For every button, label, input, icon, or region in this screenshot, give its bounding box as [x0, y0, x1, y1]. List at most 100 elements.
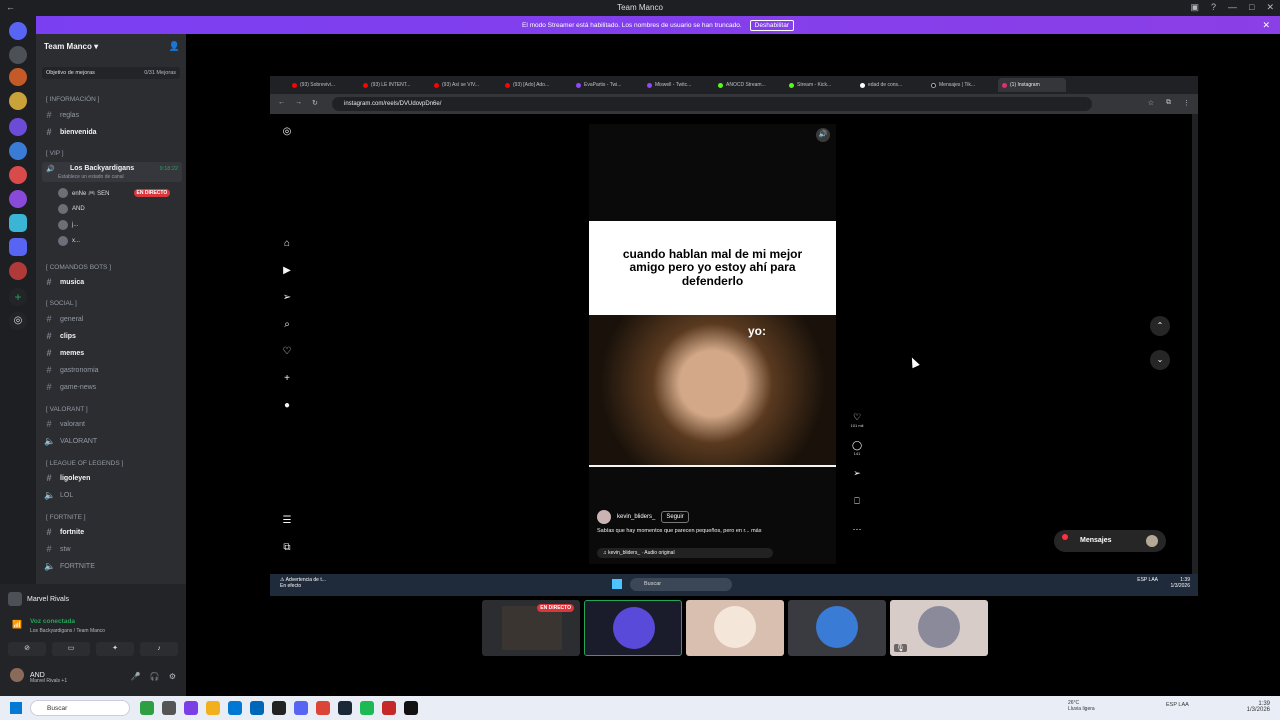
search-icon[interactable]: ⌕	[280, 319, 294, 333]
reels-icon[interactable]: ▶	[280, 265, 294, 279]
follow-button[interactable]: Seguir	[661, 511, 689, 523]
channel-reglas[interactable]: # reglas	[44, 108, 182, 122]
chrome-icon[interactable]	[316, 701, 330, 715]
category-fortnite[interactable]: [ FORTNITE ]	[46, 514, 86, 521]
volume-icon[interactable]: 🔊	[816, 128, 830, 142]
channel-game-news[interactable]: # game-news	[44, 380, 182, 394]
voice-user[interactable]: x...	[58, 236, 80, 246]
server-icon[interactable]	[9, 214, 27, 232]
browser-tab[interactable]: EvaPartis - Twi...	[572, 78, 640, 92]
server-name[interactable]: Team Manco ▾	[44, 42, 98, 51]
close-icon[interactable]: ✕	[1262, 20, 1270, 31]
channel-fortnite[interactable]: # fortnite	[44, 525, 182, 539]
screen-share-view[interactable]: (93) Sobrevivi... (93) LE INTENT... (93)…	[270, 76, 1198, 596]
clock[interactable]: 1:39 1/3/2026	[1247, 701, 1270, 713]
channel-ligoleyen[interactable]: # ligoleyen	[44, 471, 182, 485]
server-icon[interactable]	[9, 166, 27, 184]
profile-avatar-icon[interactable]: ●	[280, 400, 294, 414]
headphones-icon[interactable]: 🎧	[150, 672, 160, 681]
browser-tab-active[interactable]: (1) Instagram	[998, 78, 1066, 92]
app-icon[interactable]	[184, 701, 198, 715]
browser-tab[interactable]: (93) [Ado] Ado...	[501, 78, 569, 92]
app-icon[interactable]	[382, 701, 396, 715]
author-name[interactable]: kevin_bliders_	[617, 514, 655, 520]
voice-channel-lol[interactable]: 🔈 LOL	[44, 488, 182, 502]
app-icon[interactable]	[140, 701, 154, 715]
reel-video-frame[interactable]	[589, 315, 836, 467]
channel-clips[interactable]: # clips	[44, 329, 182, 343]
voice-user[interactable]: enNe 🎮 SEN EN DIRECTO	[58, 188, 171, 198]
reload-icon[interactable]: ↻	[312, 99, 318, 107]
discord-home-icon[interactable]	[9, 22, 27, 40]
app-icon[interactable]	[272, 701, 286, 715]
participant-tile[interactable]	[686, 600, 784, 656]
voice-channel-fortnite[interactable]: 🔈 FORTNITE	[44, 559, 182, 573]
messages-button[interactable]: Mensajes	[1054, 530, 1166, 552]
close-button[interactable]: ✕	[1266, 2, 1274, 13]
weather-widget[interactable]: 26°C Lluvia ligera	[1068, 700, 1095, 712]
previous-reel-button[interactable]: ⌃	[1150, 316, 1170, 336]
browser-tab[interactable]: Stream - Kick...	[785, 78, 853, 92]
participant-tile[interactable]	[584, 600, 682, 656]
inbox-icon[interactable]: ▣	[1190, 2, 1199, 13]
server-icon[interactable]	[9, 262, 27, 280]
category-valorant[interactable]: [ VALORANT ]	[46, 406, 88, 413]
channel-musica[interactable]: # musica	[44, 275, 182, 289]
add-server-icon[interactable]: +	[9, 288, 27, 306]
browser-tab[interactable]: Miswell - Twitc...	[643, 78, 711, 92]
send-icon[interactable]: ➢	[280, 292, 294, 306]
reel-audio[interactable]: ♫ kevin_bliders_ · Audio original	[597, 548, 773, 558]
reel-caption[interactable]: Sabías que hay momentos que parecen pequ…	[597, 528, 762, 534]
extensions-icon[interactable]: ⧉	[1166, 99, 1171, 107]
more-icon[interactable]: ⋯	[849, 524, 865, 552]
reel-progress-bar[interactable]	[589, 465, 836, 467]
app-icon[interactable]	[404, 701, 418, 715]
server-icon[interactable]	[9, 190, 27, 208]
channel-valorant[interactable]: # valorant	[44, 417, 182, 431]
camera-off-icon[interactable]: ⊘	[8, 642, 46, 656]
settings-gear-icon[interactable]: ⚙	[169, 672, 176, 681]
explore-icon[interactable]: ◎	[9, 312, 27, 330]
category-info[interactable]: [ INFORMACIÓN ]	[46, 96, 99, 103]
like-button[interactable]: ♡ 101 mil	[849, 412, 865, 440]
voice-user[interactable]: j...	[58, 220, 78, 230]
instagram-logo-icon[interactable]: ◎	[280, 126, 294, 140]
create-icon[interactable]: +	[280, 373, 294, 387]
back-icon[interactable]: ←	[278, 99, 285, 107]
voice-channel-backyardigans[interactable]: 🔊 Los Backyardigans Establece un estado …	[42, 162, 182, 182]
file-explorer-icon[interactable]	[206, 701, 220, 715]
next-reel-button[interactable]: ⌄	[1150, 350, 1170, 370]
channel-stw[interactable]: # stw	[44, 542, 182, 556]
url-input[interactable]: instagram.com/reels/DVUdovpDn6e/	[332, 97, 1092, 111]
home-icon[interactable]: ⌂	[280, 238, 294, 252]
category-social[interactable]: [ SOCIAL ]	[46, 300, 77, 307]
activities-icon[interactable]: ✦	[96, 642, 134, 656]
channel-memes[interactable]: # memes	[44, 346, 182, 360]
browser-tab[interactable]: edad de cons...	[856, 78, 924, 92]
channel-general[interactable]: # general	[44, 312, 182, 326]
add-member-icon[interactable]: 👤	[169, 41, 180, 52]
avatar[interactable]	[597, 510, 611, 524]
browser-tab[interactable]: (93) LE INTENT...	[359, 78, 427, 92]
server-icon[interactable]	[9, 68, 27, 86]
server-icon[interactable]	[9, 142, 27, 160]
server-icon[interactable]	[9, 92, 27, 110]
category-lol[interactable]: [ LEAGUE OF LEGENDS ]	[46, 460, 123, 467]
reel-player[interactable]: 🔊 cuando hablan mal de mi mejor amigo pe…	[589, 124, 836, 564]
menu-icon[interactable]: ⋮	[1183, 99, 1190, 107]
star-icon[interactable]: ☆	[1148, 99, 1154, 107]
voice-channel-valorant[interactable]: 🔈 VALORANT	[44, 434, 182, 448]
hamburger-menu-icon[interactable]: ☰	[280, 515, 294, 529]
channel-gastronomia[interactable]: # gastronomia	[44, 363, 182, 377]
share-icon[interactable]: ➢	[849, 468, 865, 496]
browser-tab[interactable]: Mensajes | Tik...	[927, 78, 995, 92]
participant-tile[interactable]	[788, 600, 886, 656]
help-icon[interactable]: ?	[1211, 2, 1216, 13]
voice-connected-label[interactable]: Voz conectada	[30, 618, 75, 625]
category-bots[interactable]: [ COMANDOS BOTS ]	[46, 264, 111, 271]
heart-icon[interactable]: ♡	[280, 346, 294, 360]
maximize-button[interactable]: □	[1249, 2, 1254, 13]
screen-share-icon[interactable]: ▭	[52, 642, 90, 656]
server-icon[interactable]	[9, 118, 27, 136]
participant-tile-stream[interactable]: EN DIRECTO	[482, 600, 580, 656]
